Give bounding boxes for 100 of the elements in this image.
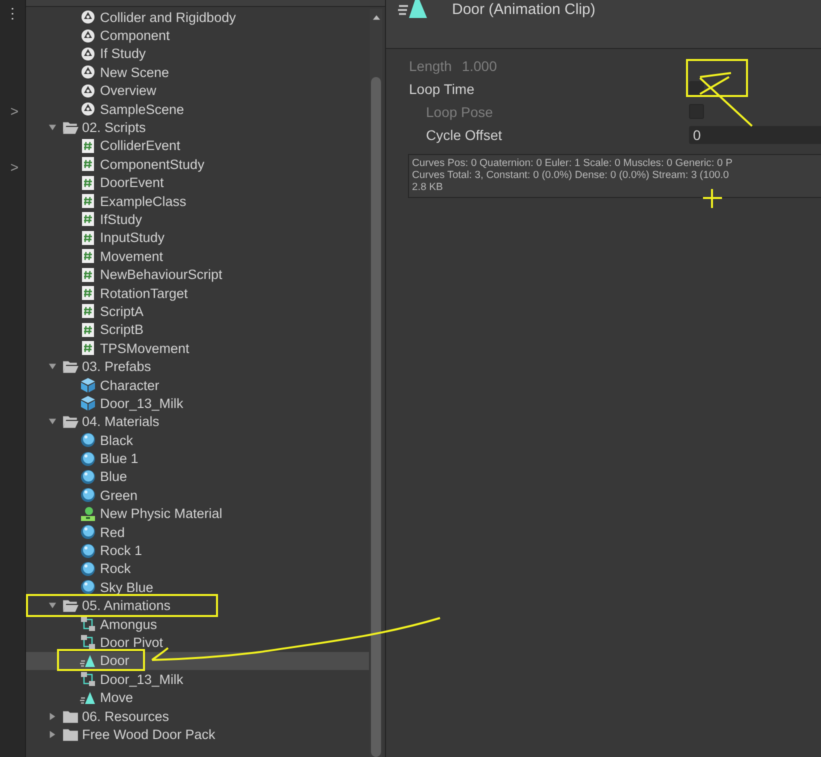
info-text: 2.8 KB: [412, 182, 444, 194]
asset-item[interactable]: Door: [26, 652, 369, 670]
asset-item[interactable]: RotationTarget: [26, 284, 369, 302]
asset-item[interactable]: ComponentStudy: [26, 155, 369, 174]
field-value: 1.000: [462, 58, 497, 74]
animation-clip-icon: [80, 690, 96, 706]
script-icon: [80, 303, 96, 320]
field-label: Length: [409, 58, 452, 74]
scene-icon: [80, 101, 96, 118]
script-icon: [80, 230, 96, 246]
asset-item[interactable]: Collider and Rigidbody: [26, 8, 369, 26]
asset-item[interactable]: Amongus: [26, 614, 369, 634]
asset-item[interactable]: Overview: [26, 82, 369, 100]
asset-item[interactable]: ColliderEvent: [26, 136, 369, 156]
expand-arrow-icon[interactable]: [48, 362, 57, 372]
scene-icon: [80, 28, 96, 44]
info-text: Curves Pos: 0 Quaternion: 0 Euler: 1 Scale: 0 Muscles: 0 Generic: 0 P: [412, 158, 734, 170]
asset-item[interactable]: ScriptA: [26, 302, 369, 321]
expand-arrow-icon[interactable]: [48, 730, 57, 739]
info-text: Curves Total: 3, Constant: 0 (0.0%) Dense: 0 (0.0%) Stream: 3 (100.0: [412, 170, 730, 182]
scene-icon: [80, 9, 96, 26]
script-icon: [80, 285, 96, 302]
folder-item[interactable]: 03. Prefabs: [26, 357, 369, 376]
folder-icon: [62, 359, 79, 374]
scroll-thumb[interactable]: [371, 77, 381, 757]
cube-icon: [80, 395, 96, 412]
asset-item[interactable]: Blue 1: [26, 449, 369, 468]
expand-arrow-icon[interactable]: [48, 417, 57, 426]
folder-icon: [62, 708, 79, 724]
sphere-icon: [80, 542, 96, 559]
asset-item[interactable]: Blue: [26, 468, 369, 486]
asset-item[interactable]: Movement: [26, 247, 369, 266]
cube-icon: [80, 377, 96, 393]
asset-item[interactable]: New Physic Material: [26, 504, 369, 523]
field-label: Loop Pose: [425, 104, 494, 120]
script-icon: [80, 248, 96, 264]
inspector-title: Door (Animation Clip): [452, 1, 596, 18]
script-icon: [80, 340, 96, 356]
asset-item[interactable]: ScriptB: [26, 320, 369, 340]
script-icon: [80, 138, 96, 154]
asset-item[interactable]: Green: [26, 486, 369, 505]
sphere-icon: [80, 468, 96, 485]
folder-item[interactable]: 05. Animations: [26, 596, 369, 615]
animator-icon: [80, 616, 96, 632]
script-icon: [80, 174, 96, 191]
scene-icon: [80, 82, 96, 99]
script-icon: [80, 211, 96, 228]
folder-item[interactable]: Free Wood Door Pack: [26, 725, 369, 744]
folder-item[interactable]: 04. Materials: [26, 412, 369, 431]
asset-item[interactable]: Character: [26, 376, 369, 394]
script-icon: [80, 193, 96, 210]
folder-icon: [62, 414, 79, 430]
asset-item[interactable]: Move: [26, 688, 369, 707]
asset-item[interactable]: Door_13_Milk: [26, 670, 369, 688]
asset-item[interactable]: Red: [26, 522, 369, 542]
sphere-icon: [80, 524, 96, 540]
scrollbar[interactable]: [370, 9, 382, 757]
sphere-icon: [80, 560, 96, 577]
sphere-icon: [80, 579, 96, 596]
script-icon: [80, 266, 96, 283]
cross-mark: [699, 72, 753, 127]
asset-item[interactable]: Rock 1: [26, 541, 369, 560]
asset-item[interactable]: SampleScene: [26, 100, 369, 118]
animation-clip-icon: [80, 652, 96, 669]
expand-arrow-icon[interactable]: [48, 712, 57, 721]
expand-chevron[interactable]: >: [10, 160, 19, 174]
folder-icon: [62, 726, 79, 742]
asset-item[interactable]: IfStudy: [26, 210, 369, 229]
asset-item[interactable]: Rock: [26, 560, 369, 578]
number-field[interactable]: 0: [689, 126, 821, 144]
folder-icon: [62, 120, 79, 136]
animator-icon: [80, 671, 96, 688]
scene-icon: [80, 64, 96, 80]
asset-item[interactable]: Black: [26, 430, 369, 450]
script-icon: [80, 156, 96, 172]
sphere-icon: [80, 487, 96, 504]
asset-item[interactable]: Sky Blue: [26, 578, 369, 596]
script-icon: [80, 322, 96, 338]
asset-item[interactable]: NewBehaviourScript: [26, 265, 369, 284]
asset-item[interactable]: New Scene: [26, 63, 369, 82]
physic-material-icon: [80, 506, 96, 522]
scroll-up-icon[interactable]: [372, 14, 380, 20]
asset-item[interactable]: TPSMovement: [26, 339, 369, 358]
plus-mark: [702, 188, 723, 209]
folder-item[interactable]: 06. Resources: [26, 706, 369, 726]
asset-item[interactable]: If Study: [26, 44, 369, 64]
asset-item[interactable]: Component: [26, 26, 369, 45]
more-menu-icon[interactable]: ⋮: [6, 6, 20, 20]
asset-item[interactable]: Door_13_Milk: [26, 394, 369, 413]
asset-item[interactable]: Door Pivot: [26, 633, 369, 652]
expand-chevron[interactable]: >: [10, 104, 19, 118]
asset-item[interactable]: ExampleClass: [26, 192, 369, 210]
asset-item[interactable]: InputStudy: [26, 228, 369, 248]
field-label: Cycle Offset: [425, 126, 503, 142]
expand-arrow-icon[interactable]: [48, 601, 57, 610]
folder-item[interactable]: 02. Scripts: [26, 118, 369, 137]
field-label: Loop Time: [409, 80, 476, 96]
expand-arrow-icon[interactable]: [48, 123, 57, 132]
animation-clip-icon: [398, 0, 428, 20]
asset-item[interactable]: DoorEvent: [26, 174, 369, 192]
